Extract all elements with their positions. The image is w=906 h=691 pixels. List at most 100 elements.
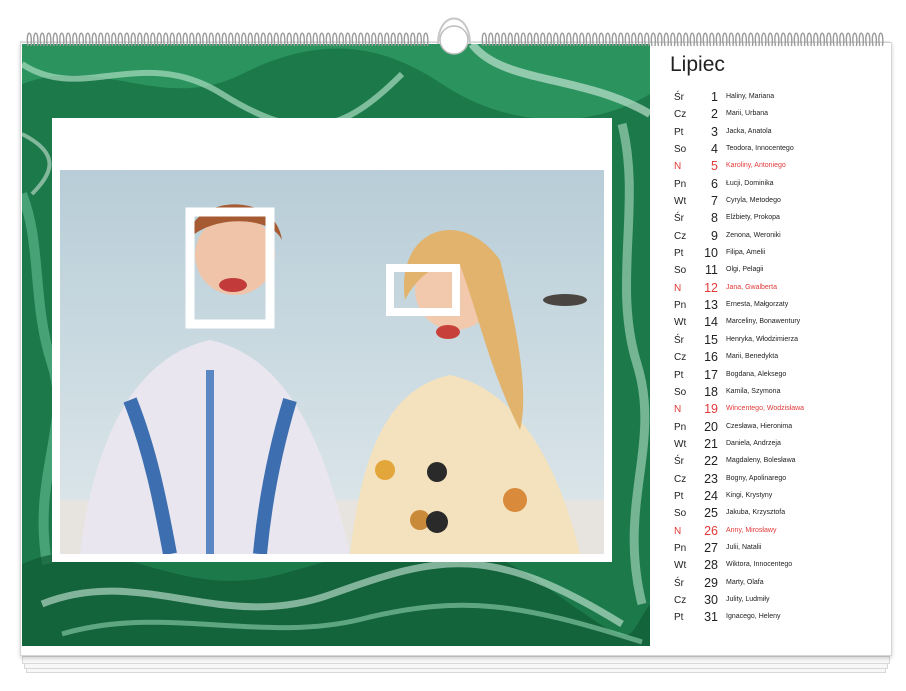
wire-loop <box>299 32 306 47</box>
wire-loop <box>403 32 410 47</box>
weekday-label: Pn <box>674 421 687 433</box>
wire-loop <box>423 32 429 47</box>
day-row: Pt 3 Jacka, Anatola <box>672 125 882 142</box>
day-number: 25 <box>704 506 718 521</box>
day-row: Wt 21 Daniela, Andrzeja <box>672 437 882 454</box>
wire-loop <box>377 32 384 47</box>
wire-loop <box>748 32 754 47</box>
day-number: 31 <box>704 610 718 625</box>
weekday-label: Cz <box>674 594 687 606</box>
wire-loop <box>845 32 852 47</box>
day-row: Wt 7 Cyryla, Metodego <box>672 194 882 211</box>
weekday-label: Cz <box>674 352 687 364</box>
wire-loop <box>728 32 735 47</box>
wire-loop <box>605 32 611 47</box>
wire-loop <box>624 32 631 47</box>
day-number: 29 <box>704 575 718 590</box>
wire-loop <box>280 32 286 47</box>
wire-loop <box>325 32 332 47</box>
page-stack-edge <box>22 656 890 664</box>
day-number: 7 <box>711 194 718 209</box>
photo <box>60 170 604 554</box>
wire-loop <box>221 32 228 47</box>
wire-loop <box>670 32 676 47</box>
day-row: Pn 27 Julii, Natalii <box>672 541 882 558</box>
wire-loop <box>741 32 748 47</box>
wire-loop <box>247 32 254 47</box>
day-row: N 5 Karoliny, Antoniego <box>672 159 882 176</box>
wire-loop <box>195 32 202 47</box>
weekday-label: Cz <box>674 473 687 485</box>
wire-loop <box>137 32 143 47</box>
wire-loop <box>390 32 397 47</box>
wire-loop <box>215 32 221 47</box>
wire-loop <box>176 32 182 47</box>
wire-loop <box>793 32 800 47</box>
wire-loop <box>527 32 533 47</box>
name-day-names: Jana, Gwalberta <box>726 283 777 291</box>
wire-loop <box>124 32 130 47</box>
wire-loop <box>182 32 189 47</box>
day-number: 16 <box>704 350 718 365</box>
wire-loop <box>267 32 273 47</box>
wire-loop <box>631 32 637 47</box>
wire-loop <box>878 32 884 47</box>
day-number: 20 <box>704 419 718 434</box>
wire-loop <box>306 32 312 47</box>
day-row: N 26 Anny, Mirosławy <box>672 524 882 541</box>
day-row: Pn 20 Czesława, Hieronima <box>672 420 882 437</box>
wire-loop <box>234 32 241 47</box>
day-row: So 25 Jakuba, Krzysztofa <box>672 506 882 523</box>
weekday-label: Pt <box>674 490 684 502</box>
day-number: 13 <box>704 298 718 313</box>
day-row: Śr 1 Haliny, Mariana <box>672 90 882 107</box>
day-number: 4 <box>711 142 718 157</box>
day-number: 6 <box>711 176 718 191</box>
wire-loop <box>228 32 234 47</box>
day-number: 9 <box>711 228 718 243</box>
day-number: 5 <box>711 159 718 174</box>
wire-loop <box>481 32 488 47</box>
wire-loop <box>858 32 865 47</box>
wire-loop <box>163 32 169 47</box>
weekday-label: Pt <box>674 369 684 381</box>
wire-loop <box>787 32 793 47</box>
name-day-names: Marii, Benedykta <box>726 353 779 361</box>
wire-loop <box>33 32 39 47</box>
name-day-names: Filipa, Amelii <box>726 249 766 257</box>
wire-loop <box>410 32 416 47</box>
wire-loop <box>72 32 78 47</box>
weekday-label: Śr <box>674 92 684 103</box>
wire-loop <box>514 32 520 47</box>
month-title: Lipiec <box>670 53 725 76</box>
day-number: 12 <box>704 280 718 295</box>
weekday-label: Cz <box>674 109 687 121</box>
day-number: 15 <box>704 332 718 347</box>
day-number: 1 <box>711 90 718 104</box>
wire-loop <box>338 32 345 47</box>
wire-loop <box>39 32 46 47</box>
wire-loop <box>566 32 572 47</box>
wire-loop <box>637 32 644 47</box>
day-number: 17 <box>704 367 718 382</box>
wire-loop <box>65 32 72 47</box>
name-day-names: Marceliny, Bonawentury <box>726 318 801 326</box>
day-row: N 12 Jana, Gwalberta <box>672 281 882 298</box>
day-row: Śr 29 Marty, Olafa <box>672 576 882 593</box>
wire-loop <box>540 32 546 47</box>
wire-loop <box>585 32 592 47</box>
name-day-names: Cyryla, Metodego <box>726 197 781 205</box>
day-row: Śr 22 Magdaleny, Bolesława <box>672 454 882 471</box>
wire-loop <box>358 32 364 47</box>
wire-loop <box>618 32 624 47</box>
wire-loop <box>260 32 267 47</box>
name-day-names: Julii, Natalii <box>726 543 762 551</box>
wire-loop <box>52 32 59 47</box>
wire-loop <box>312 32 319 47</box>
wire-loop <box>150 32 156 47</box>
weekday-label: Pn <box>674 542 687 554</box>
wire-loop <box>871 32 878 47</box>
wire-loop <box>754 32 761 47</box>
day-number: 27 <box>704 540 718 555</box>
name-day-names: Wincentego, Wodzisława <box>726 405 805 413</box>
